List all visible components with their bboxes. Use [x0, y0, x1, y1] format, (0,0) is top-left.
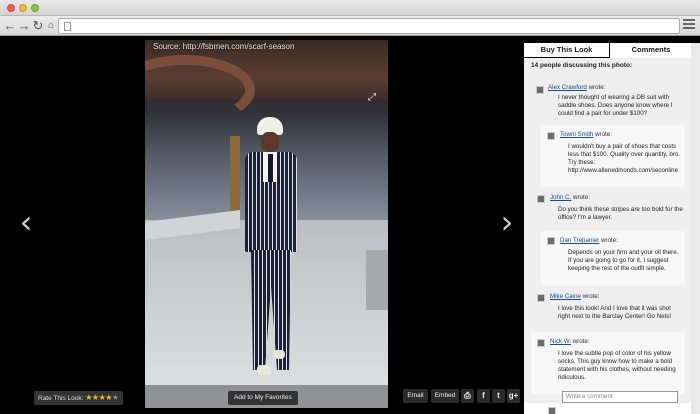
author-link[interactable]: Dan Trepanier: [560, 237, 599, 244]
outfit-photo: [145, 40, 388, 408]
panel-tabs: Buy This Look Comments: [524, 43, 692, 58]
comment-author: Towni Smith wrote:: [560, 131, 612, 138]
back-arrow-icon[interactable]: ←: [3, 18, 17, 34]
embed-button[interactable]: Embed: [431, 389, 459, 403]
tab-buy-this-look[interactable]: Buy This Look: [524, 43, 610, 57]
comment-text: Do you think these stripes are too bold …: [558, 206, 683, 221]
comment-item: Mike Caine wrote: I love this look! And …: [531, 287, 685, 331]
author-link[interactable]: Alex Crawford: [548, 84, 587, 91]
comment-author: Dan Trepanier wrote:: [560, 237, 618, 244]
hamburger-menu-icon[interactable]: [683, 19, 695, 31]
comment-author: Mike Caine wrote:: [550, 293, 600, 300]
previous-photo-arrow-icon[interactable]: ‹: [16, 206, 36, 238]
comment-item: Towni Smith wrote: I wouldn't buy a pair…: [541, 125, 685, 187]
add-to-favorites-button[interactable]: Add to My Favorites: [228, 391, 298, 405]
author-link[interactable]: Towni Smith: [560, 131, 593, 138]
reload-icon[interactable]: ↻: [31, 18, 45, 34]
page-icon: [64, 22, 71, 31]
next-photo-arrow-icon[interactable]: ›: [497, 206, 517, 238]
author-link[interactable]: John C.: [550, 194, 571, 201]
avatar: [537, 294, 545, 302]
author-link[interactable]: Mike Caine: [550, 293, 581, 300]
comment-box: [524, 403, 692, 414]
side-panel: Buy This Look Comments 14 people discuss…: [524, 43, 692, 414]
comment-text: I wouldn't buy a pair of shoes that cost…: [568, 143, 681, 174]
comments-list: 14 people discussing this photo: Alex Cr…: [524, 58, 692, 414]
rate-this-look[interactable]: Rate This Look: ★★★★★: [34, 391, 123, 405]
comment-author: Alex Crawford wrote:: [548, 84, 606, 91]
comment-item: Dan Trepanier wrote: Depends on your fir…: [541, 231, 685, 285]
close-window-button[interactable]: [7, 4, 15, 12]
comment-text: Depends on your firm and your oll there.…: [568, 249, 679, 272]
browser-toolbar: ← → ↻ ⌂: [0, 16, 700, 36]
comment-text: I never thought of wearing a DB suit wit…: [558, 94, 673, 117]
zoom-window-button[interactable]: [31, 4, 39, 12]
tab-comments[interactable]: Comments: [610, 43, 692, 57]
avatar: [537, 339, 545, 347]
comment-item: John C. wrote: Do you think these stripe…: [531, 188, 685, 230]
comment-author: Nick W. wrote:: [550, 338, 590, 345]
home-icon[interactable]: ⌂: [44, 18, 58, 34]
comment-item: Nick W. wrote: I love the subtle pop of …: [531, 332, 685, 394]
author-link[interactable]: Nick W.: [550, 338, 571, 345]
twitter-icon[interactable]: t: [492, 389, 505, 403]
window-titlebar: [0, 0, 700, 16]
avatar: [537, 195, 545, 203]
avatar: [536, 86, 544, 94]
comment-text: I love the subtle pop of color of his ye…: [558, 350, 676, 381]
photo-source: Source: http://fsbmen.com/scarf-season: [153, 42, 295, 51]
comment-author: John C. wrote:: [550, 194, 590, 201]
google-plus-icon[interactable]: g+: [507, 389, 520, 403]
comment-input[interactable]: Write a comment: [562, 391, 678, 403]
avatar: [547, 237, 555, 245]
comment-count: 14 people discussing this photo:: [531, 62, 633, 69]
forward-arrow-icon[interactable]: →: [17, 18, 31, 34]
email-button[interactable]: Email: [403, 389, 428, 403]
comment-item: Alex Crawford wrote: I never thought of …: [531, 78, 685, 124]
print-icon[interactable]: ⎙: [461, 389, 474, 403]
rating-stars[interactable]: ★★★★★: [85, 393, 119, 402]
avatar: [548, 407, 556, 414]
minimize-window-button[interactable]: [19, 4, 27, 12]
rate-label: Rate This Look:: [38, 395, 84, 402]
facebook-icon[interactable]: f: [477, 389, 490, 403]
expand-icon[interactable]: ⤢: [366, 92, 378, 104]
url-bar[interactable]: [58, 18, 680, 34]
page-scrollbar[interactable]: [691, 43, 700, 414]
avatar: [547, 132, 555, 140]
comment-text: I love this look! And I love that it was…: [558, 305, 672, 320]
